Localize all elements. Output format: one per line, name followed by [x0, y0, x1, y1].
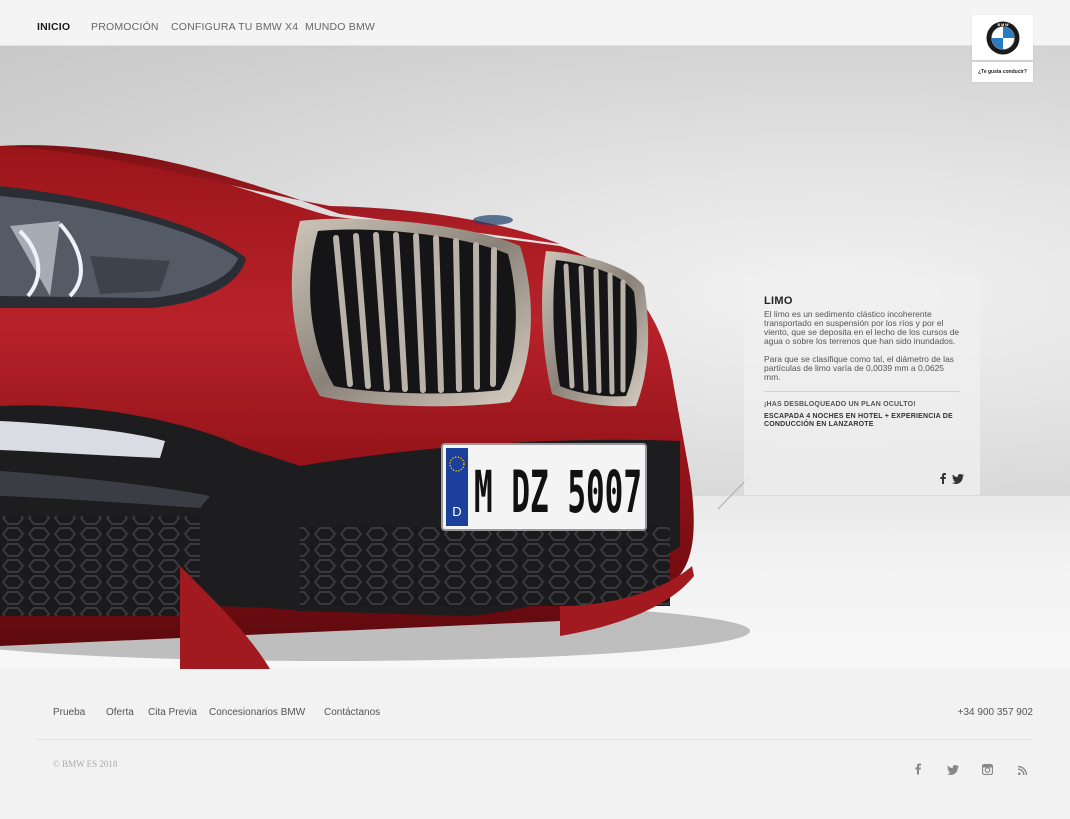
- info-title: LIMO: [764, 295, 793, 307]
- unlock-heading: ¡HAS DESBLOQUEADO UN PLAN OCULTO!: [764, 401, 916, 408]
- footer-rss[interactable]: [1005, 762, 1040, 780]
- twitter-icon[interactable]: [946, 765, 959, 775]
- copyright: © BMW ES 2018: [53, 759, 118, 769]
- info-paragraph-2: Para que se clasifique como tal, el diám…: [764, 354, 954, 382]
- footer-link-contactanos[interactable]: Contáctanos: [324, 707, 380, 718]
- nav-item-mundo-bmw[interactable]: MUNDO BMW: [305, 21, 375, 33]
- top-navigation: INICIO PROMOCIÓN CONFIGURA TU BMW X4 MUN…: [0, 0, 1070, 46]
- nav-item-inicio[interactable]: INICIO: [37, 21, 70, 33]
- info-divider: [764, 391, 960, 392]
- nav-item-configura[interactable]: CONFIGURA TU BMW X4: [171, 21, 298, 33]
- facebook-icon[interactable]: [940, 473, 946, 484]
- footer-twitter[interactable]: [935, 762, 970, 780]
- footer-instagram[interactable]: [970, 762, 1005, 780]
- footer-link-concesionarios[interactable]: Concesionarios BMW: [209, 707, 305, 718]
- plan-description[interactable]: ESCAPADA 4 NOCHES EN HOTEL + EXPERIENCIA…: [764, 413, 960, 429]
- rss-icon[interactable]: [1017, 765, 1028, 776]
- license-plate: M DZ 5007: [474, 458, 642, 526]
- plate-country: D: [452, 504, 461, 519]
- info-social: [940, 473, 964, 484]
- brand-claim: ¿Te gusta conducir?: [972, 62, 1033, 82]
- svg-text:B M W: B M W: [997, 23, 1009, 27]
- footer-link-prueba[interactable]: Prueba: [53, 707, 85, 718]
- info-paragraph-1: El limo es un sedimento clástico incoher…: [764, 309, 960, 346]
- footer-facebook[interactable]: [900, 762, 935, 780]
- footer-link-cita-previa[interactable]: Cita Previa: [148, 707, 197, 718]
- nav-item-promocion[interactable]: PROMOCIÓN: [91, 21, 159, 33]
- twitter-icon[interactable]: [952, 473, 964, 484]
- footer-social: [900, 762, 1040, 780]
- facebook-icon[interactable]: [914, 763, 921, 775]
- bmw-roundel-icon: B M W: [986, 21, 1019, 54]
- info-panel: LIMO El limo es un sedimento clástico in…: [744, 276, 980, 495]
- footer-link-oferta[interactable]: Oferta: [106, 707, 134, 718]
- bmw-logo[interactable]: B M W: [972, 15, 1033, 60]
- phone-number[interactable]: +34 900 357 902: [958, 707, 1033, 718]
- instagram-icon[interactable]: [981, 763, 994, 776]
- footer-divider: [37, 739, 1033, 740]
- footer-links: Prueba Oferta Cita Previa Concesionarios…: [0, 707, 1070, 719]
